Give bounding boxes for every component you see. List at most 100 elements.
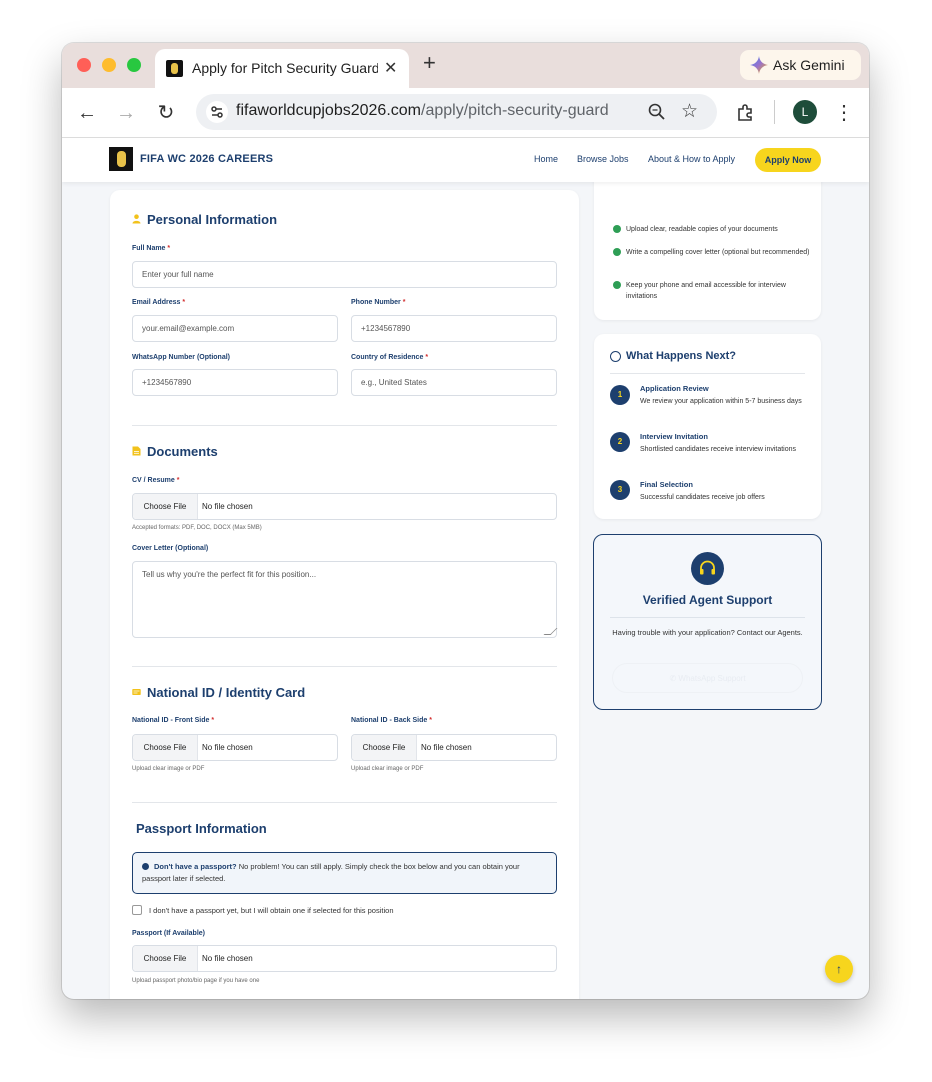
email-label: Email Address * xyxy=(132,299,185,306)
section-divider xyxy=(132,425,557,426)
more-menu-icon[interactable]: ⋮ xyxy=(832,101,856,125)
step-desc: Successful candidates receive job offers xyxy=(640,494,765,501)
full-name-input[interactable]: Enter your full name xyxy=(132,261,557,288)
apply-now-button[interactable]: Apply Now xyxy=(755,148,821,172)
full-name-label: Full Name * xyxy=(132,245,170,252)
section-title-documents: Documents xyxy=(147,444,218,459)
back-arrow-icon[interactable]: ← xyxy=(75,101,99,125)
site-settings-icon[interactable] xyxy=(206,101,228,123)
ask-gemini-label: Ask Gemini xyxy=(773,57,845,73)
nav-about-how-to-apply[interactable]: About & How to Apply xyxy=(648,154,735,164)
tab-title: Apply for Pitch Security Guard xyxy=(192,60,378,76)
zoom-icon[interactable] xyxy=(647,102,667,122)
zoom-window-button[interactable] xyxy=(127,58,141,72)
cv-choose-file-button[interactable]: Choose File xyxy=(133,494,198,519)
no-passport-checkbox[interactable] xyxy=(132,905,142,915)
id-front-label: National ID - Front Side * xyxy=(132,717,214,724)
active-tab[interactable]: Apply for Pitch Security Guard ✕ xyxy=(155,49,409,88)
tip-text: Keep your phone and email accessible for… xyxy=(626,282,786,300)
id-back-file-input[interactable]: Choose File No file chosen xyxy=(351,734,557,761)
support-description: Having trouble with your application? Co… xyxy=(612,628,803,637)
required-mark: * xyxy=(429,717,432,724)
resize-handle-icon[interactable] xyxy=(543,628,558,635)
id-back-file-status: No file chosen xyxy=(421,743,472,752)
page-content: Personal Information Full Name * Enter y… xyxy=(62,182,869,999)
section-divider xyxy=(132,666,557,667)
address-bar[interactable]: fifaworldcupjobs2026.com/apply/pitch-sec… xyxy=(196,94,717,130)
tab-bar: Apply for Pitch Security Guard ✕ + Ask G… xyxy=(62,43,869,88)
id-back-hint: Upload clear image or PDF xyxy=(351,766,424,772)
close-window-button[interactable] xyxy=(77,58,91,72)
phone-label-text: Phone Number xyxy=(351,299,401,306)
required-mark: * xyxy=(182,299,186,306)
section-divider xyxy=(132,802,557,803)
site-favicon-icon xyxy=(166,60,183,77)
whatsapp-label: WhatsApp Number (Optional) xyxy=(132,354,230,361)
check-circle-icon xyxy=(613,225,621,233)
nav-home[interactable]: Home xyxy=(534,154,558,164)
id-back-choose-file-button[interactable]: Choose File xyxy=(352,735,417,760)
headset-icon xyxy=(691,552,724,585)
step-number: 3 xyxy=(610,480,630,500)
step-desc: We review your application within 5-7 bu… xyxy=(640,398,802,405)
step-title: Application Review xyxy=(640,384,709,393)
ask-gemini-button[interactable]: Ask Gemini xyxy=(740,50,861,80)
step-title: Final Selection xyxy=(640,480,693,489)
full-name-label-text: Full Name xyxy=(132,245,166,252)
cv-file-input[interactable]: Choose File No file chosen xyxy=(132,493,557,520)
check-circle-icon xyxy=(613,248,621,256)
required-mark: * xyxy=(167,245,171,252)
what-happens-next-title: What Happens Next? xyxy=(626,350,737,362)
passport-choose-file-button[interactable]: Choose File xyxy=(133,946,198,971)
tip-item: Write a compelling cover letter (optiona… xyxy=(613,247,816,258)
passport-label: Passport (If Available) xyxy=(132,930,206,937)
required-mark: * xyxy=(425,354,429,361)
tip-text: Upload clear, readable copies of your do… xyxy=(626,226,778,233)
no-passport-checkbox-label[interactable]: I don't have a passport yet, but I will … xyxy=(149,906,394,915)
trophy-logo-icon[interactable] xyxy=(109,147,133,171)
site-header: FIFA WC 2026 CAREERS Home Browse Jobs Ab… xyxy=(62,138,869,182)
email-input[interactable]: your.email@example.com xyxy=(132,315,338,342)
new-tab-icon[interactable]: + xyxy=(423,52,436,74)
card-divider xyxy=(610,617,805,618)
nav-browse-jobs[interactable]: Browse Jobs xyxy=(577,154,629,164)
required-mark: * xyxy=(176,477,180,484)
url-domain: fifaworldcupjobs2026.com xyxy=(236,102,421,119)
profile-avatar[interactable]: L xyxy=(793,100,817,124)
id-back-label: National ID - Back Side * xyxy=(351,717,432,724)
id-front-choose-file-button[interactable]: Choose File xyxy=(133,735,198,760)
url-text[interactable]: fifaworldcupjobs2026.com/apply/pitch-sec… xyxy=(236,102,609,120)
section-title-passport: Passport Information xyxy=(136,821,267,836)
id-front-label-text: National ID - Front Side xyxy=(132,717,210,724)
extensions-puzzle-icon[interactable] xyxy=(733,101,757,125)
step-number: 1 xyxy=(610,385,630,405)
country-label-text: Country of Residence xyxy=(351,354,424,361)
card-divider xyxy=(610,373,805,374)
whatsapp-input[interactable]: +1234567890 xyxy=(132,369,338,396)
cover-letter-textarea[interactable]: Tell us why you're the perfect fit for t… xyxy=(132,561,558,638)
bookmark-star-icon[interactable]: ☆ xyxy=(681,100,698,123)
scroll-to-top-button[interactable]: ↑ xyxy=(825,955,853,983)
tab-close-icon[interactable]: ✕ xyxy=(384,58,397,78)
reload-icon[interactable]: ↻ xyxy=(154,101,178,125)
phone-input[interactable]: +1234567890 xyxy=(351,315,557,342)
browser-window: Apply for Pitch Security Guard ✕ + Ask G… xyxy=(62,43,869,999)
person-icon xyxy=(132,214,141,224)
minimize-window-button[interactable] xyxy=(102,58,116,72)
site-logo-text[interactable]: FIFA WC 2026 CAREERS xyxy=(140,153,273,165)
info-icon xyxy=(142,863,149,870)
country-input[interactable]: e.g., United States xyxy=(351,369,557,396)
whatsapp-support-button[interactable]: ✆ WhatsApp Support xyxy=(612,663,803,693)
id-card-icon xyxy=(132,689,141,695)
country-label: Country of Residence * xyxy=(351,354,428,361)
id-front-file-input[interactable]: Choose File No file chosen xyxy=(132,734,338,761)
application-tips-card: Upload clear, readable copies of your do… xyxy=(594,182,821,320)
cv-file-status: No file chosen xyxy=(202,502,253,511)
whatsapp-support-label: WhatsApp Support xyxy=(678,674,746,683)
url-path: /apply/pitch-security-guard xyxy=(421,102,609,119)
passport-file-input[interactable]: Choose File No file chosen xyxy=(132,945,557,972)
forward-arrow-icon[interactable]: → xyxy=(114,101,138,125)
passport-info-alert: Don't have a passport? No problem! You c… xyxy=(132,852,557,894)
check-circle-icon xyxy=(613,281,621,289)
application-form: Personal Information Full Name * Enter y… xyxy=(110,190,579,999)
